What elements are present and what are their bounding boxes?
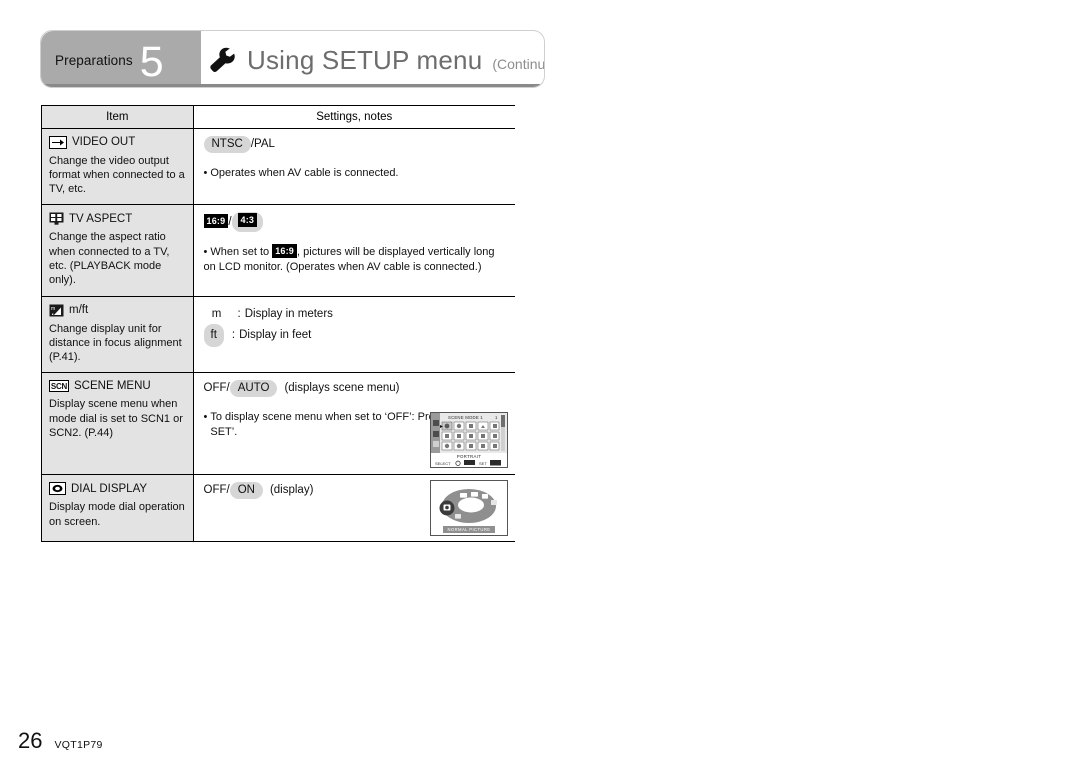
scn-icon: SCN	[49, 380, 69, 393]
settings-options: 16:9 / 4:3	[203, 212, 508, 233]
bullet-icon: •	[203, 411, 208, 424]
table-row: m m/ft Change display unit for distance …	[42, 296, 515, 374]
option-auto-hint: (displays scene menu)	[284, 382, 400, 395]
option-pal[interactable]: /PAL	[251, 136, 275, 153]
chapter-number: 5	[139, 37, 164, 86]
svg-text:SCENE MODE 1: SCENE MODE 1	[448, 415, 483, 420]
item-title-group: m m/ft	[49, 304, 187, 317]
svg-text:SET: SET	[479, 461, 487, 466]
settings-cell-m-ft: m : Display in meters ft : Display in fe…	[193, 296, 515, 374]
item-description: Display mode dial operation on screen.	[49, 501, 185, 528]
tv-aspect-icon	[49, 212, 64, 226]
document-page: Preparations 5 Using SETUP menu (Continu…	[0, 0, 1080, 767]
unit-key-m: m	[211, 307, 222, 320]
option-4-3-wrapper[interactable]: 4:3	[231, 212, 264, 233]
unit-text-feet: Display in feet	[239, 329, 312, 342]
option-on-hint: (display)	[269, 484, 314, 497]
item-label: m/ft	[69, 304, 89, 317]
page-number: 26	[18, 728, 43, 753]
table-row: DIAL DISPLAY Display mode dial operation…	[42, 474, 515, 541]
item-cell-dial-display: DIAL DISPLAY Display mode dial operation…	[42, 474, 194, 541]
table-header-row: Item Settings, notes	[42, 106, 515, 129]
settings-cell-dial-display: OFF/ ON (display) NORMAL PICTURE	[193, 474, 515, 541]
item-cell-video-out: VIDEO OUT Change the video output format…	[42, 128, 194, 206]
option-auto[interactable]: AUTO	[229, 380, 278, 398]
bullet-icon: •	[203, 166, 208, 179]
item-label: VIDEO OUT	[72, 136, 136, 148]
item-label: DIAL DISPLAY	[71, 482, 148, 495]
column-header-item: Item	[42, 106, 194, 129]
note-text: Operates when AV cable is connected.	[210, 166, 399, 179]
header-underline	[41, 84, 544, 87]
note-text-before: When set to	[210, 246, 273, 259]
meters-feet-icon: m	[49, 304, 64, 317]
item-description: Display scene menu when mode dial is set…	[49, 398, 183, 440]
document-code: VQT1P79	[54, 739, 103, 751]
bullet-icon: •	[203, 246, 208, 259]
option-off[interactable]: OFF/	[204, 482, 230, 499]
svg-text:PORTRAIT: PORTRAIT	[457, 454, 482, 459]
unit-separator: :	[231, 329, 236, 342]
item-title-group: SCN SCENE MENU	[49, 380, 187, 393]
mode-dial-screen-thumbnail: NORMAL PICTURE	[430, 479, 508, 536]
unit-row-meters[interactable]: m : Display in meters	[204, 304, 508, 324]
svg-text:SELECT: SELECT	[435, 461, 451, 466]
item-title-group: TV ASPECT	[49, 212, 187, 226]
video-out-icon	[49, 135, 67, 149]
option-on[interactable]: ON	[229, 482, 263, 500]
unit-separator: :	[237, 307, 241, 320]
settings-cell-scene-menu: OFF/ AUTO (displays scene menu) • To dis…	[193, 372, 515, 476]
page-title-continued: (Continued)	[492, 56, 545, 72]
option-off[interactable]: OFF/	[204, 380, 230, 397]
chapter-label: Preparations	[55, 52, 133, 68]
item-cell-m-ft: m m/ft Change display unit for distance …	[42, 296, 194, 374]
chapter-tab: Preparations 5	[41, 31, 201, 87]
page-title: Using SETUP menu	[247, 44, 483, 75]
header-banner: Preparations 5 Using SETUP menu (Continu…	[40, 30, 545, 88]
settings-cell-tv-aspect: 16:9 / 4:3 • When set to 16:9, pictures …	[193, 204, 515, 297]
page-footer: 26 VQT1P79	[18, 728, 103, 754]
page-header: Preparations 5 Using SETUP menu (Continu…	[40, 30, 545, 88]
svg-text:m: m	[51, 306, 55, 312]
column-header-settings: Settings, notes	[193, 106, 515, 129]
dial-display-icon	[49, 482, 66, 496]
item-cell-scene-menu: SCN SCENE MENU Display scene menu when m…	[42, 372, 194, 476]
unit-key-ft: ft	[203, 323, 224, 347]
settings-cell-video-out: NTSC /PAL • Operates when AV cable is co…	[193, 128, 515, 206]
settings-options: NTSC /PAL	[203, 135, 508, 153]
dial-label: NORMAL PICTURE	[448, 527, 491, 532]
table-row: SCN SCENE MENU Display scene menu when m…	[42, 372, 515, 476]
table-row: TV ASPECT Change the aspect ratio when c…	[42, 204, 515, 297]
settings-options: OFF/ AUTO (displays scene menu)	[204, 380, 508, 398]
item-title-group: VIDEO OUT	[49, 135, 187, 149]
header-title-group: Using SETUP menu (Continued)	[209, 31, 545, 87]
settings-note: • Operates when AV cable is connected.	[204, 166, 508, 181]
item-description: Change the video output format when conn…	[49, 154, 185, 196]
scene-mode-screen-thumbnail: SCENE MODE 1 1 PORTRAIT SELECT SET	[430, 412, 508, 469]
option-ntsc[interactable]: NTSC	[203, 135, 251, 153]
unit-text-meters: Display in meters	[244, 307, 333, 320]
table-row: VIDEO OUT Change the video output format…	[42, 128, 515, 206]
unit-row-feet[interactable]: ft : Display in feet	[203, 323, 508, 347]
item-label: TV ASPECT	[69, 212, 133, 225]
setup-menu-table: Item Settings, notes VIDEO OUT Change th…	[41, 105, 515, 542]
inline-badge-16-9: 16:9	[272, 244, 298, 259]
wrench-icon	[209, 47, 237, 73]
item-label: SCENE MENU	[74, 380, 151, 393]
item-title-group: DIAL DISPLAY	[49, 482, 187, 496]
unit-options: m : Display in meters ft : Display in fe…	[203, 304, 508, 347]
item-description: Change display unit for distance in focu…	[49, 322, 182, 364]
settings-note: • When set to 16:9, pictures will be dis…	[203, 244, 508, 274]
option-4-3[interactable]: 4:3	[237, 213, 258, 228]
option-16-9[interactable]: 16:9	[203, 214, 229, 229]
item-cell-tv-aspect: TV ASPECT Change the aspect ratio when c…	[42, 204, 194, 297]
item-description: Change the aspect ratio when connected t…	[49, 231, 170, 287]
